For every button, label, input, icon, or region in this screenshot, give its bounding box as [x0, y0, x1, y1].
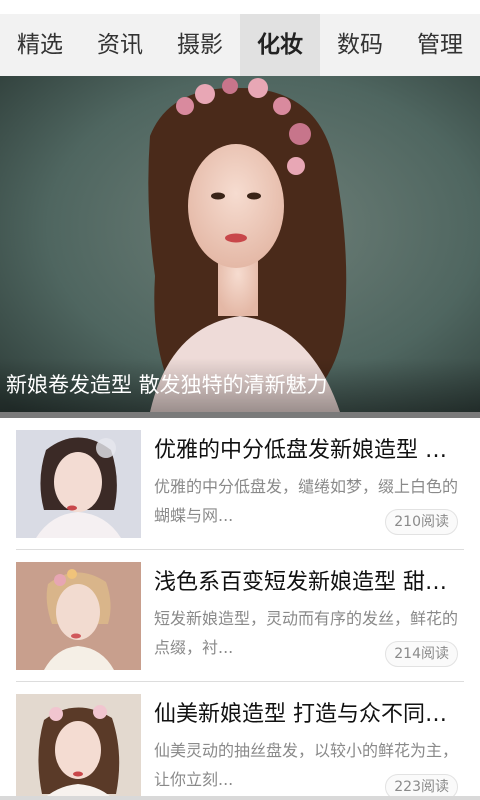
- list-item[interactable]: 优雅的中分低盘发新娘造型 清新迷人 优雅的中分低盘发，缱绻如梦，缀上白色的蝴蝶与…: [16, 418, 464, 550]
- article-thumbnail: [16, 694, 141, 800]
- read-count-badge: 214阅读: [385, 641, 458, 667]
- article-title: 浅色系百变短发新娘造型 甜美可人: [154, 570, 464, 595]
- article-list: 优雅的中分低盘发新娘造型 清新迷人 优雅的中分低盘发，缱绻如梦，缀上白色的蝴蝶与…: [16, 418, 464, 800]
- list-item[interactable]: 浅色系百变短发新娘造型 甜美可人 短发新娘造型，灵动而有序的发丝，鲜花的点缀，衬…: [16, 550, 464, 682]
- tab-shuma[interactable]: 数码: [320, 14, 400, 76]
- hero-banner[interactable]: 新娘卷发造型 散发独特的清新魅力: [0, 76, 480, 412]
- tab-jingxuan[interactable]: 精选: [0, 14, 80, 76]
- article-thumbnail: [16, 562, 141, 670]
- read-count-badge: 210阅读: [385, 509, 458, 535]
- hero-caption: 新娘卷发造型 散发独特的清新魅力: [0, 358, 480, 412]
- tab-guanli[interactable]: 管理: [400, 14, 480, 76]
- tab-zixun[interactable]: 资讯: [80, 14, 160, 76]
- category-tabbar: 精选 资讯 摄影 化妆 数码 管理: [0, 14, 480, 76]
- tab-sheying[interactable]: 摄影: [160, 14, 240, 76]
- tab-huazhuang[interactable]: 化妆: [240, 14, 320, 76]
- bottom-divider: [0, 796, 480, 800]
- article-thumbnail: [16, 430, 141, 538]
- article-title: 优雅的中分低盘发新娘造型 清新迷人: [154, 438, 464, 463]
- list-item[interactable]: 仙美新娘造型 打造与众不同的你 仙美灵动的抽丝盘发，以较小的鲜花为主，让你立刻.…: [16, 682, 464, 800]
- article-title: 仙美新娘造型 打造与众不同的你: [154, 702, 464, 727]
